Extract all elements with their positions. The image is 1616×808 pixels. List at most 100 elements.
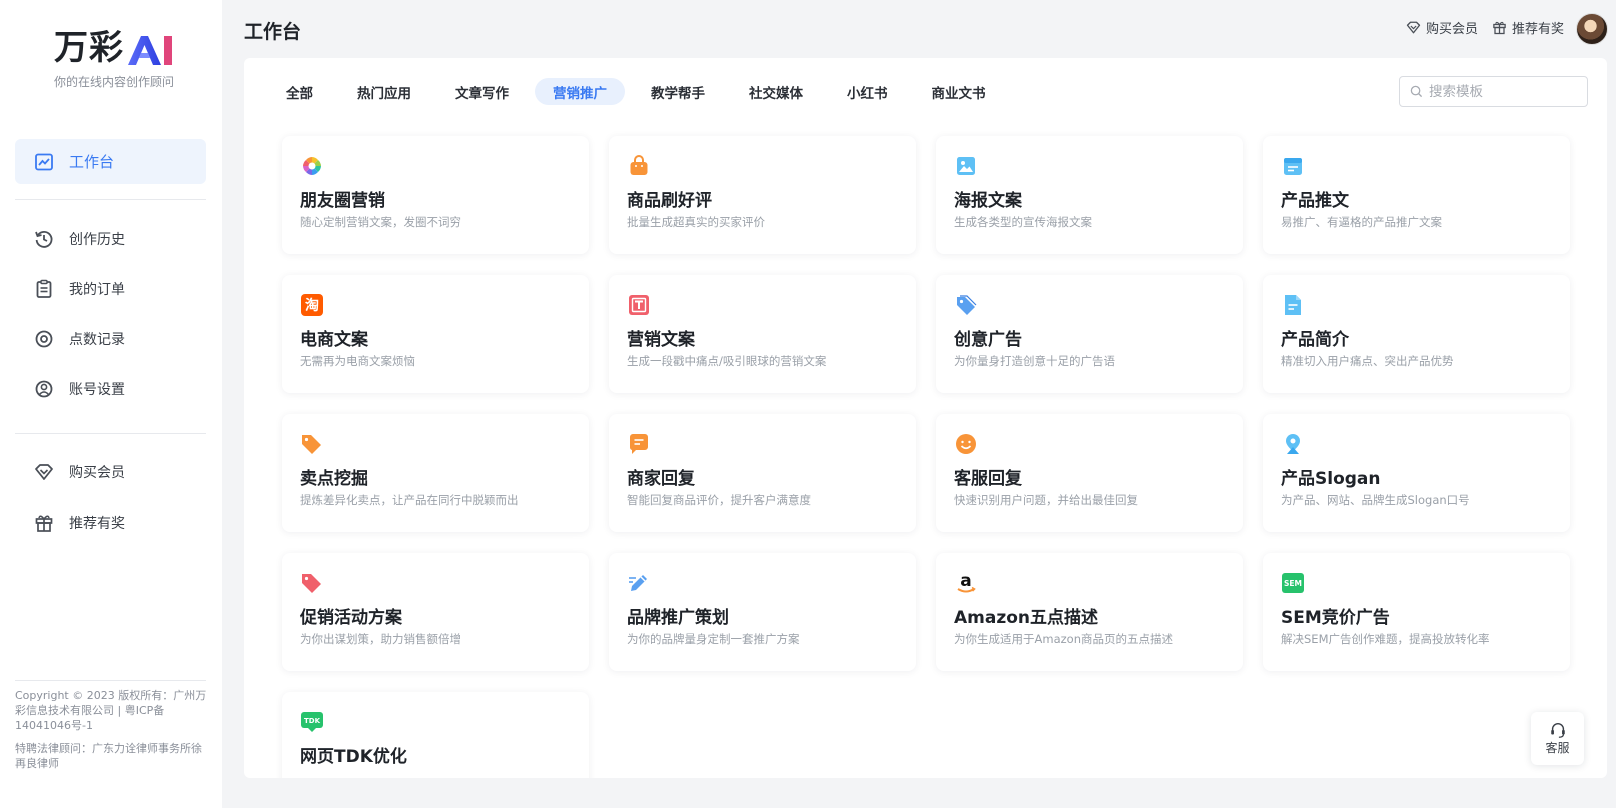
search-input[interactable] [1429,83,1569,100]
card-description: 智能回复商品评价，提升客户满意度 [627,493,811,507]
account-icon [33,378,55,400]
dashboard-icon [33,151,55,173]
text-t-icon [629,295,649,315]
location-pin-icon [1286,434,1300,454]
template-card[interactable]: 产品简介 精准切入用户痛点、突出产品优势 [1263,275,1570,393]
referral-button[interactable]: 推荐有奖 [1492,18,1564,37]
template-card[interactable]: 产品Slogan 为产品、网站、品牌生成Slogan口号 [1263,414,1570,532]
sem-icon: SEM [1282,573,1304,593]
card-title: 产品简介 [1281,330,1349,350]
pencil-icon [629,575,647,591]
category-tabs: 全部 热门应用 文章写作 营销推广 教学帮手 社交媒体 小红书 商业文书 [268,78,1012,105]
card-title: 创意广告 [954,330,1022,350]
card-title: 营销文案 [627,330,695,350]
template-card[interactable]: 商品刷好评 批量生成超真实的买家评价 [609,136,916,254]
card-description: 为你量身打造创意十足的广告语 [954,354,1115,368]
template-card[interactable]: 卖点挖掘 提炼差异化卖点，让产品在同行中脱颖而出 [282,414,589,532]
color-wheel-icon [303,157,321,175]
template-card[interactable]: 淘 电商文案 无需再为电商文案烦恼 [282,275,589,393]
customer-service-button[interactable]: 客服 [1531,712,1584,765]
template-card[interactable]: SEM SEM竞价广告 解决SEM广告创作难题，提高投放转化率 [1263,553,1570,671]
gift-icon [1493,21,1506,35]
card-title: 电商文案 [300,330,368,350]
brand-name: 万彩 [54,28,124,68]
sidebar-item-points[interactable]: 点数记录 [15,316,206,361]
gift-icon [33,512,55,534]
tab-all[interactable]: 全部 [268,78,331,105]
card-description: 精准切入用户痛点、突出产品优势 [1281,354,1454,368]
card-title: 产品Slogan [1281,469,1381,489]
sidebar-item-history[interactable]: 创作历史 [15,216,206,261]
template-card[interactable]: 客服回复 快速识别用户问题，并给出最佳回复 [936,414,1243,532]
template-card[interactable]: a Amazon五点描述 为你生成适用于Amazon商品页的五点描述 [936,553,1243,671]
sidebar-item-label: 创作历史 [69,231,125,248]
sidebar-item-referral[interactable]: 推荐有奖 [15,500,206,545]
card-description: 为产品、网站、品牌生成Slogan口号 [1281,493,1470,507]
template-card[interactable]: 营销文案 生成一段戳中痛点/吸引眼球的营销文案 [609,275,916,393]
top-actions: 购买会员 推荐有奖 [1406,18,1564,37]
template-panel: 全部 热门应用 文章写作 营销推广 教学帮手 社交媒体 小红书 商业文书 朋 [244,58,1607,778]
diamond-icon [1406,21,1421,34]
brand-logo[interactable]: 万彩 [54,30,180,66]
tab-marketing[interactable]: 营销推广 [535,78,625,105]
template-card[interactable]: 促销活动方案 为你出谋划策，助力销售额倍增 [282,553,589,671]
sidebar-item-buy-vip[interactable]: 购买会员 [15,449,206,494]
promo-tag-icon [302,574,321,593]
tab-xiaohongshu[interactable]: 小红书 [829,78,906,105]
card-description: 为你出谋划策，助力销售额倍增 [300,632,461,646]
sidebar-item-account[interactable]: 账号设置 [15,366,206,411]
sidebar-item-label: 账号设置 [69,381,125,398]
sidebar-item-label: 推荐有奖 [69,515,125,532]
tab-teaching[interactable]: 教学帮手 [633,78,723,105]
tab-popular[interactable]: 热门应用 [339,78,429,105]
avatar[interactable] [1576,13,1608,45]
buy-vip-button[interactable]: 购买会员 [1406,18,1478,37]
headset-icon [1550,723,1565,738]
card-title: 促销活动方案 [300,608,402,628]
taobao-icon: 淘 [301,294,323,316]
diamond-icon [33,461,55,483]
sidebar-item-workbench[interactable]: 工作台 [15,139,206,184]
svg-text:a: a [960,571,971,591]
sidebar-item-label: 购买会员 [69,464,125,481]
card-description: 易推广、有逼格的产品推广文案 [1281,215,1442,229]
card-description: 生成一段戳中痛点/吸引眼球的营销文案 [627,354,827,368]
sidebar-footer: Copyright © 2023 版权所有：广州万彩信息技术有限公司 | 粤IC… [15,688,207,771]
order-icon [33,278,55,300]
search-box[interactable] [1399,76,1588,107]
card-description: 快速识别用户问题，并给出最佳回复 [954,493,1138,507]
card-title: 产品推文 [1281,191,1349,211]
points-icon [33,328,55,350]
card-title: 朋友圈营销 [300,191,385,211]
svg-text:TDK: TDK [304,717,321,725]
legal-text: 特聘法律顾问：广东力诠律师事务所徐再良律师 [15,742,202,770]
template-card[interactable]: 海报文案 生成各类型的宣传海报文案 [936,136,1243,254]
calendar-doc-icon [1284,158,1302,175]
card-description: 解决SEM广告创作难题，提高投放转化率 [1281,632,1490,646]
sidebar-item-label: 我的订单 [69,281,125,298]
template-card[interactable]: 朋友圈营销 随心定制营销文案，发圈不词穷 [282,136,589,254]
page-title: 工作台 [244,21,302,43]
template-card[interactable]: 创意广告 为你量身打造创意十足的广告语 [936,275,1243,393]
card-title: SEM竞价广告 [1281,608,1390,628]
svg-text:淘: 淘 [305,297,319,314]
search-icon [1410,85,1423,98]
sidebar-item-label: 点数记录 [69,331,125,348]
copyright-text: Copyright © 2023 版权所有：广州万彩信息技术有限公司 | 粤IC… [15,689,207,732]
sidebar-item-orders[interactable]: 我的订单 [15,266,206,311]
picture-icon [957,157,975,175]
sidebar-item-label: 工作台 [69,153,115,171]
card-title: 商家回复 [627,469,695,489]
card-title: 海报文案 [954,191,1022,211]
template-card[interactable]: 商家回复 智能回复商品评价，提升客户满意度 [609,414,916,532]
card-title: 商品刷好评 [627,191,712,211]
template-card[interactable]: 品牌推广策划 为你的品牌量身定制一套推广方案 [609,553,916,671]
sidebar: 万彩 你的在线内容创作顾问 工作台 创作历史 我的订单 点数记录 账号设置 购买… [0,0,222,808]
tab-business-docs[interactable]: 商业文书 [914,78,1004,105]
template-card[interactable]: 产品推文 易推广、有逼格的产品推广文案 [1263,136,1570,254]
tab-social-media[interactable]: 社交媒体 [731,78,821,105]
referral-label: 推荐有奖 [1511,22,1564,37]
ai-logo-icon [128,36,172,65]
tab-article-writing[interactable]: 文章写作 [437,78,527,105]
template-card[interactable]: TDK 网页TDK优化 [282,692,589,778]
